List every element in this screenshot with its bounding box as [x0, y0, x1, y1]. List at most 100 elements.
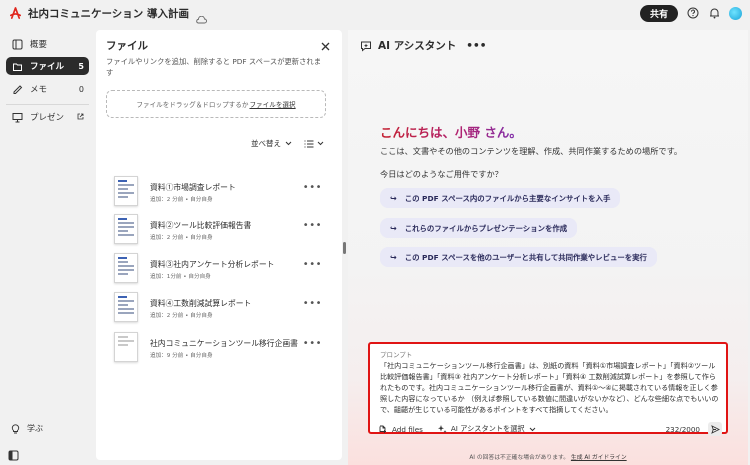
sidebar-item-label: メモ — [30, 85, 48, 95]
sidebar-item-presentation[interactable]: プレゼン — [6, 108, 89, 126]
sidebar-divider — [6, 104, 89, 105]
file-meta: 追加：9 分前 • 自分自身 — [150, 353, 213, 359]
dropzone-text: ファイルをドラッグ＆ドロップするか — [136, 101, 249, 109]
file-list-item[interactable]: 社内コミュニケーションツール移行企画書 追加：9 分前 • 自分自身 ••• — [114, 332, 324, 368]
list-view-icon — [304, 140, 314, 147]
chevron-down-icon — [285, 141, 292, 146]
share-button[interactable]: 共有 — [639, 4, 678, 22]
suggestion-label: この PDF スペース内のファイルから主要なインサイトを入手 — [404, 193, 611, 203]
return-arrow-icon: ↪ — [390, 223, 397, 233]
file-name: 資料③社内アンケート分析レポート — [150, 260, 275, 269]
file-list-item[interactable]: 資料④工数削減試算レポート 追加：2 分前 • 自分自身 ••• — [114, 292, 324, 328]
help-icon[interactable] — [687, 7, 699, 19]
suggestion-chip[interactable]: ↪ これらのファイルからプレゼンテーションを作成 — [380, 218, 578, 238]
add-files-label: Add files — [392, 424, 423, 434]
more-options-icon[interactable]: ••• — [303, 220, 322, 231]
sort-button[interactable]: 並べ替え — [251, 138, 292, 149]
file-name: 資料②ツール比較評価報告書 — [150, 221, 252, 230]
files-panel: ファイル ファイルやリンクを追加、削除すると PDF スペースが更新されます フ… — [96, 30, 342, 460]
disclaimer-text: AI の回答は不正確な場合があります。 — [469, 455, 570, 461]
sort-bar: 並べ替え — [251, 138, 324, 149]
chevron-down-icon — [529, 427, 535, 431]
file-thumbnail — [114, 176, 138, 206]
panel-toggle-icon[interactable] — [8, 446, 19, 461]
view-toggle-button[interactable] — [304, 140, 324, 148]
prompt-footer: Add files AI アシスタントを選択 232/2000 — [378, 422, 722, 436]
memo-icon — [11, 83, 23, 95]
file-list-item[interactable]: 資料③社内アンケート分析レポート 追加：1分前 • 自分自身 ••• — [114, 253, 324, 289]
learn-label: 学ぶ — [27, 424, 43, 433]
ai-assistant-icon — [361, 41, 371, 52]
files-panel-description: ファイルやリンクを追加、削除すると PDF スペースが更新されます — [106, 57, 321, 77]
avatar[interactable] — [729, 6, 742, 20]
overview-icon — [11, 38, 23, 50]
acrobat-logo-icon[interactable] — [8, 6, 22, 20]
file-thumbnail — [114, 253, 138, 283]
sidebar-item-memo[interactable]: メモ 0 — [6, 80, 89, 98]
more-options-icon[interactable]: ••• — [303, 298, 322, 309]
send-button[interactable] — [708, 422, 722, 436]
learn-button[interactable]: 学ぶ — [10, 423, 43, 434]
presentation-icon — [11, 111, 23, 123]
add-files-button[interactable]: Add files — [378, 424, 423, 434]
file-list-item[interactable]: 資料②ツール比較評価報告書 追加：2 分前 • 自分自身 ••• — [114, 214, 324, 250]
ai-disclaimer: AI の回答は不正確な場合があります。 生成 AI ガイドライン — [348, 452, 748, 461]
files-panel-title: ファイル — [106, 40, 148, 52]
close-icon[interactable] — [320, 37, 332, 51]
sort-label: 並べ替え — [251, 139, 281, 148]
sparkle-icon — [437, 425, 447, 434]
file-meta: 追加：2 分前 • 自分自身 — [150, 197, 213, 203]
document-title[interactable]: 社内コミュニケーション 導入計画 — [28, 6, 189, 21]
paperclip-icon — [379, 425, 386, 433]
file-thumbnail — [114, 292, 138, 322]
ai-guidelines-link[interactable]: 生成 AI ガイドライン — [571, 455, 627, 461]
chevron-down-icon — [317, 141, 324, 146]
file-meta: 追加：1分前 • 自分自身 — [150, 274, 211, 280]
file-thumbnail — [114, 214, 138, 244]
file-meta: 追加：2 分前 • 自分自身 — [150, 235, 213, 241]
suggestion-chip[interactable]: ↪ この PDF スペース内のファイルから主要なインサイトを入手 — [380, 188, 621, 208]
ai-panel-header: AI アシスタント ••• — [360, 38, 486, 53]
assistant-select-dropdown[interactable]: AI アシスタントを選択 — [437, 424, 536, 434]
file-dropzone[interactable]: ファイルをドラッグ＆ドロップするか ファイルを選択 — [106, 90, 326, 118]
bell-icon[interactable] — [708, 7, 720, 19]
return-arrow-icon: ↪ — [390, 252, 397, 262]
sidebar-item-label: プレゼン — [30, 113, 65, 123]
file-list-item[interactable]: 資料①市場調査レポート 追加：2 分前 • 自分自身 ••• — [114, 176, 324, 212]
question-text: 今日はどのようなご用件ですか？ — [380, 169, 503, 179]
memo-count-badge: 0 — [78, 84, 84, 94]
more-options-icon[interactable]: ••• — [303, 259, 322, 270]
prompt-input-box[interactable]: プロンプト 「社内コミュニケーションツール移行企画書」は、別紙の資料「資料①市場… — [368, 342, 728, 436]
suggestion-label: この PDF スペースを他のユーザーと共有して共同作業やレビューを実行 — [404, 252, 647, 262]
send-icon — [710, 424, 720, 434]
sidebar-item-overview[interactable]: 概要 — [6, 35, 89, 53]
top-bar: 社内コミュニケーション 導入計画 共有 — [0, 0, 750, 26]
more-options-icon[interactable]: ••• — [303, 338, 322, 349]
file-icon — [11, 60, 23, 72]
file-count-badge: 5 — [78, 61, 84, 71]
suggestion-chip[interactable]: ↪ この PDF スペースを他のユーザーと共有して共同作業やレビューを実行 — [380, 247, 657, 267]
left-sidebar: 概要 ファイル 5 メモ 0 プレゼン — [0, 30, 94, 465]
prompt-textarea[interactable]: 「社内コミュニケーションツール移行企画書」は、別紙の資料「資料①市場調査レポート… — [380, 360, 720, 415]
greeting-heading: こんにちは、小野 さん。 — [380, 122, 522, 141]
panel-resize-handle[interactable] — [343, 242, 346, 254]
assistant-select-label: AI アシスタントを選択 — [450, 424, 525, 433]
lightbulb-icon — [11, 424, 20, 434]
more-options-icon[interactable]: ••• — [303, 182, 322, 193]
character-count: 232/2000 — [665, 424, 700, 434]
ai-panel-title: AI アシスタント — [378, 40, 457, 52]
external-link-icon — [77, 113, 84, 122]
file-name: 社内コミュニケーションツール移行企画書 — [150, 339, 298, 348]
sidebar-item-files[interactable]: ファイル 5 — [6, 57, 89, 75]
file-thumbnail — [114, 332, 138, 362]
ai-assistant-panel: AI アシスタント ••• こんにちは、小野 さん。 ここは、文書やその他のコン… — [348, 30, 748, 465]
select-file-link[interactable]: ファイルを選択 — [249, 99, 295, 109]
file-name: 資料④工数削減試算レポート — [150, 299, 252, 308]
file-meta: 追加：2 分前 • 自分自身 — [150, 313, 213, 319]
return-arrow-icon: ↪ — [390, 193, 397, 203]
prompt-label: プロンプト — [380, 351, 413, 359]
file-name: 資料①市場調査レポート — [150, 183, 236, 192]
cloud-icon — [195, 9, 207, 24]
more-options-icon[interactable]: ••• — [466, 40, 486, 52]
sidebar-item-label: ファイル — [30, 62, 65, 72]
